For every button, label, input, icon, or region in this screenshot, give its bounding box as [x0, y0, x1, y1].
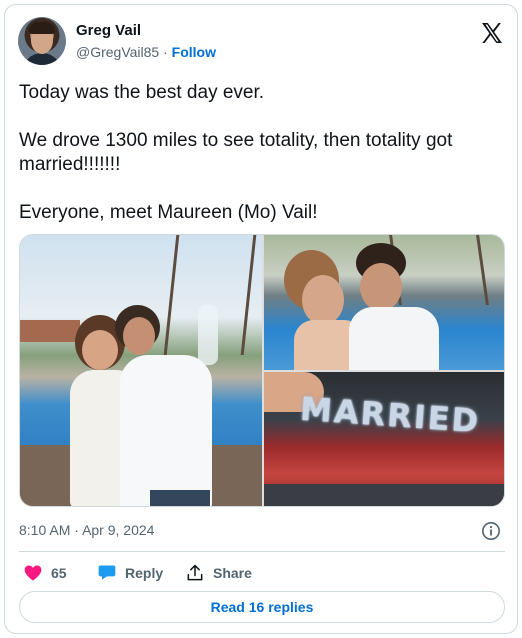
photo-married-car[interactable]: MARRIED — [264, 372, 504, 506]
reply-label: Reply — [125, 565, 164, 581]
tweet-text: Today was the best day ever. We drove 13… — [19, 81, 509, 249]
tweet-line-2: We drove 1300 miles to see totality, the… — [19, 130, 453, 175]
share-icon — [187, 564, 203, 581]
author-name[interactable]: Greg Vail — [76, 22, 141, 39]
divider — [19, 551, 505, 552]
info-icon[interactable] — [481, 521, 501, 541]
media-grid: MARRIED — [19, 234, 505, 507]
photo-couple-kiss[interactable] — [264, 235, 504, 370]
author-handle[interactable]: @GregVail85 — [76, 44, 159, 60]
author-handle-line: @GregVail85 · Follow — [76, 44, 216, 60]
share-button[interactable]: Share — [185, 561, 252, 585]
tweet-line-3: Everyone, meet Maureen (Mo) Vail! — [19, 202, 318, 223]
reply-button[interactable]: Reply — [97, 561, 163, 585]
heart-icon — [24, 565, 42, 581]
avatar[interactable] — [18, 17, 66, 65]
share-label: Share — [213, 565, 252, 581]
handle-separator: · — [163, 44, 168, 60]
action-bar: 65 Reply Share — [19, 561, 505, 585]
married-window-text: MARRIED — [298, 389, 482, 441]
read-replies-button[interactable]: Read 16 replies — [19, 591, 505, 623]
like-button[interactable]: 65 — [23, 561, 67, 585]
tweet-time: 8:10 AM — [19, 522, 71, 538]
tweet-line-1: Today was the best day ever. — [19, 82, 265, 103]
tweet-header: Greg Vail @GregVail85 · Follow — [18, 17, 504, 67]
tweet-card: Greg Vail @GregVail85 · Follow Today was… — [4, 4, 518, 634]
tweet-timestamp[interactable]: 8:10 AM · Apr 9, 2024 — [19, 522, 154, 538]
x-logo-icon[interactable] — [480, 21, 504, 45]
photo-couple-hug[interactable] — [20, 235, 262, 506]
reply-bubble-icon — [98, 565, 116, 580]
follow-link[interactable]: Follow — [172, 44, 216, 60]
like-count: 65 — [51, 565, 67, 581]
tweet-date: Apr 9, 2024 — [82, 522, 155, 538]
timestamp-separator: · — [74, 522, 79, 538]
